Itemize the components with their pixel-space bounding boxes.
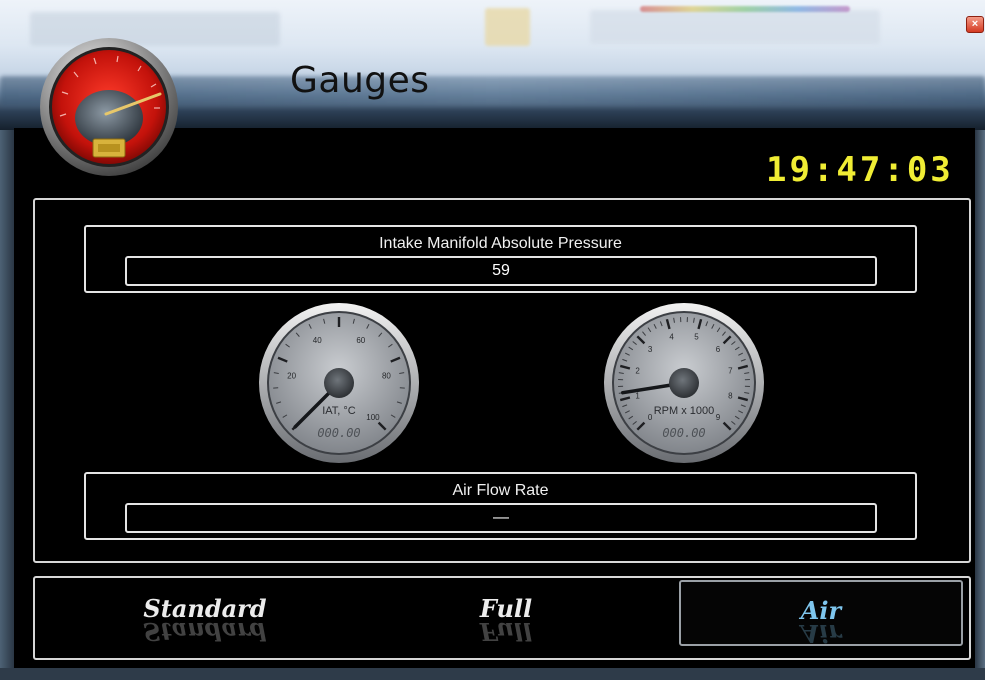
iat-tick-label: 100 <box>366 413 380 422</box>
app-title: Gauges <box>290 60 430 101</box>
window-frame-bottom <box>0 668 985 680</box>
rpm-tick-label: 9 <box>716 413 721 422</box>
rpm-tick-label: 2 <box>635 367 640 376</box>
iat-gauge: 20 40 60 80 100 IAT, °C 000.00 <box>258 302 420 464</box>
window-frame-right <box>975 130 985 680</box>
iat-gauge-readout: 000.00 <box>317 426 360 440</box>
rpm-gauge-readout: 000.00 <box>662 426 705 440</box>
rpm-gauge-hub <box>669 368 699 398</box>
iat-gauge-hub <box>324 368 354 398</box>
window-frame-left <box>0 130 14 680</box>
full-mode-button[interactable]: Full Full <box>366 580 646 646</box>
air-flow-label: Air Flow Rate <box>452 482 549 499</box>
mode-selector: Standard Standard Full Full Air Air <box>33 576 971 660</box>
air-mode-button[interactable]: Air Air <box>679 580 963 648</box>
map-sensor-box: Intake Manifold Absolute Pressure 59 <box>84 225 917 293</box>
standard-mode-button[interactable]: Standard Standard <box>65 580 345 646</box>
sensor-panel: Intake Manifold Absolute Pressure 59 20 4… <box>33 198 971 563</box>
iat-gauge-caption: IAT, °C <box>322 405 356 417</box>
air-mode-reflection: Air <box>800 619 842 648</box>
iat-tick-label: 80 <box>382 371 391 380</box>
rpm-tick-label: 7 <box>728 367 733 376</box>
iat-tick-label: 20 <box>287 371 296 380</box>
rpm-tick-label: 8 <box>728 391 733 400</box>
rpm-gauge-caption: RPM x 1000 <box>654 405 715 417</box>
rpm-gauge: 0 1 2 3 4 5 6 7 8 9 RPM x 1000 000.00 <box>603 302 765 464</box>
air-flow-sensor-box: Air Flow Rate — <box>84 472 917 540</box>
iat-tick-label: 40 <box>313 336 322 345</box>
rpm-tick-label: 1 <box>635 391 640 400</box>
iat-tick-label: 60 <box>356 336 365 345</box>
standard-mode-reflection: Standard <box>143 617 267 646</box>
close-button[interactable]: × <box>966 16 984 33</box>
full-mode-reflection: Full <box>479 617 533 646</box>
rpm-tick-label: 6 <box>716 345 721 354</box>
rpm-tick-label: 0 <box>648 413 653 422</box>
speedometer-icon <box>38 36 180 178</box>
rpm-tick-label: 5 <box>694 333 699 342</box>
air-flow-value: — <box>125 503 877 533</box>
digital-clock: 19:47:03 <box>766 150 954 190</box>
rpm-tick-label: 3 <box>648 345 653 354</box>
rpm-tick-label: 4 <box>669 333 674 342</box>
map-sensor-value: 59 <box>125 256 877 286</box>
map-sensor-label: Intake Manifold Absolute Pressure <box>379 235 622 252</box>
